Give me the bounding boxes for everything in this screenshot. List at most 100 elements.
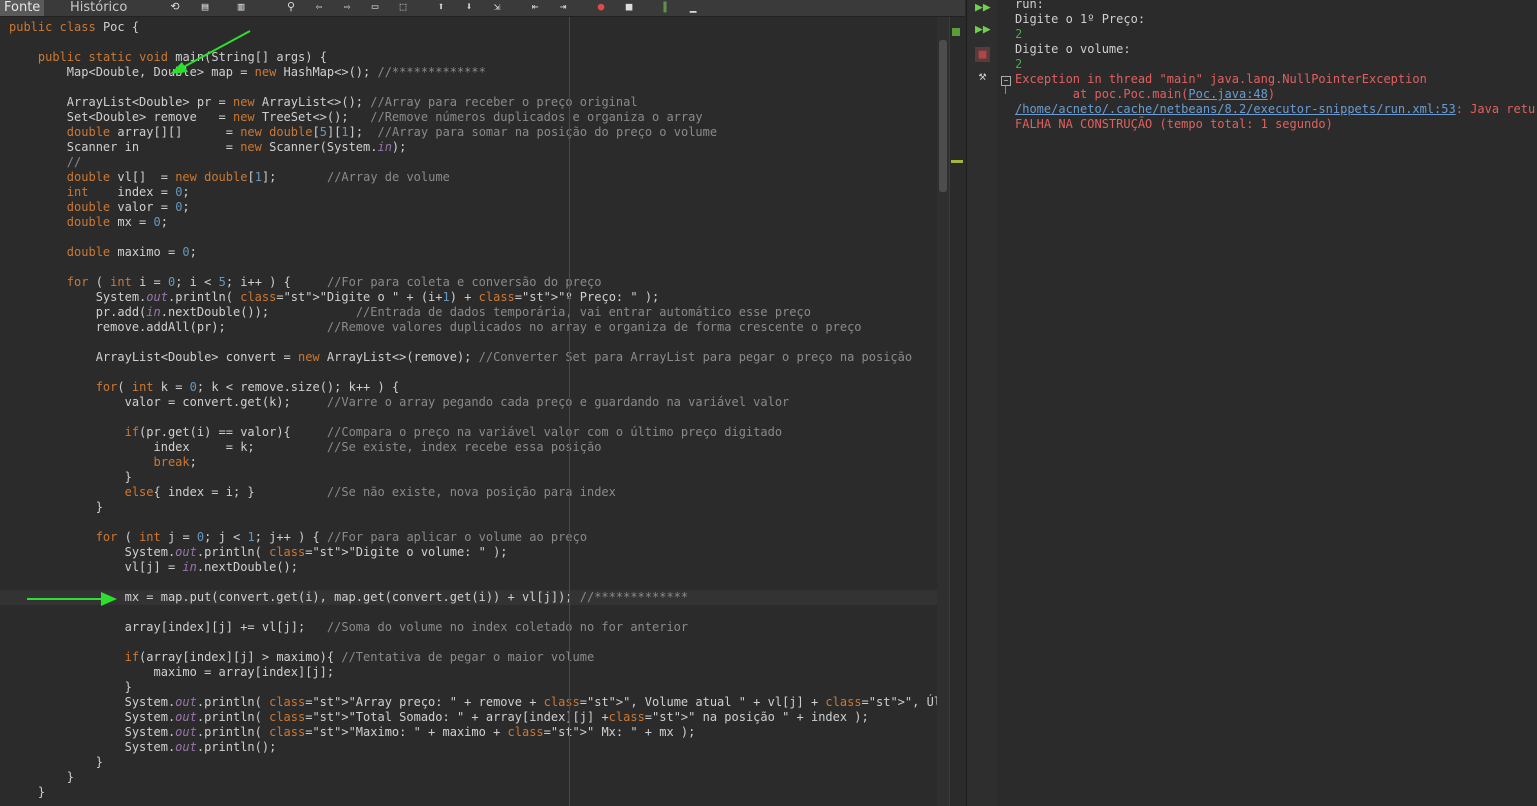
output-input-price: 2: [1015, 27, 1023, 41]
last-edit-icon[interactable]: ⟲: [168, 0, 182, 13]
code-line: System.out.println( class="st">"Digite o…: [9, 290, 660, 304]
output-prompt-volume: Digite o volume:: [1015, 42, 1131, 56]
output-build-failed: FALHA NA CONSTRUÇÃO (tempo total: 1 segu…: [1015, 117, 1333, 131]
find-icon[interactable]: ⚲: [284, 0, 298, 13]
netbeans-window: Fonte Histórico ⟲ ▤ ▥ ⚲ ⇦ ⇨ ▭ ⬚ ⬆ ⬇ ⇲ ⇤ …: [0, 0, 1537, 806]
code-line: array[index][j] += vl[j]; //Soma do volu…: [9, 620, 689, 634]
output-run: run:: [1015, 0, 1044, 11]
annotation-arrow-bottom: [27, 592, 117, 606]
code-line: if(pr.get(i) == valor){ //Compara o preç…: [124, 425, 783, 439]
prev-bookmark-icon[interactable]: ⬆: [434, 0, 448, 13]
fold-collapse-icon[interactable]: −: [1001, 76, 1011, 86]
error-stripe[interactable]: [949, 17, 966, 806]
code-line: else{ index = i; } //Se não existe, nova…: [124, 485, 616, 499]
shift-right-icon[interactable]: ⇥: [556, 0, 570, 13]
code-line: System.out.println( class="st">"Array pr…: [9, 695, 937, 709]
code-line: System.out.println();: [9, 740, 277, 754]
toggle-highlight-icon[interactable]: ▭: [368, 0, 382, 13]
code-line: }: [9, 755, 103, 769]
next-bookmark-icon[interactable]: ⬇: [462, 0, 476, 13]
code-line: for ( int i = 0; i < 5; i++ ) { //For pa…: [66, 275, 602, 289]
output-panel[interactable]: run: Digite o 1º Preço: 2 Digite o volume: 2…: [997, 0, 1537, 806]
comment-icon[interactable]: ∥: [658, 0, 672, 13]
code-line: remove.addAll(pr); //Remove valores dupl…: [9, 320, 862, 334]
editor-toolbar: Fonte Histórico ⟲ ▤ ▥ ⚲ ⇦ ⇨ ▭ ⬚ ⬆ ⬇ ⇲ ⇤ …: [0, 0, 965, 17]
code-line: System.out.println( class="st">"Digite o…: [9, 545, 508, 559]
error-stripe-marker[interactable]: [951, 160, 963, 163]
shift-left-icon[interactable]: ⇤: [528, 0, 542, 13]
stop-icon[interactable]: ■: [975, 47, 990, 62]
code-line: int index = 0;: [66, 185, 190, 199]
run-xml-link[interactable]: /home/acneto/.cache/netbeans/8.2/executo…: [1015, 102, 1456, 116]
start-macro-icon[interactable]: ●: [594, 0, 608, 13]
rerun-icon[interactable]: ▶▶: [975, 22, 991, 37]
code-line: Set<Double> remove = new TreeSet<>(); //…: [9, 110, 703, 124]
rect-select-icon[interactable]: ⬚: [396, 0, 410, 13]
code-line: ArrayList<Double> pr = new ArrayList<>()…: [9, 95, 638, 109]
error-stripe-status-icon[interactable]: [952, 28, 960, 36]
right-margin-guide: [569, 17, 570, 806]
code-line: if(array[index][j] > maximo){ //Tentativ…: [124, 650, 595, 664]
code-line: pr.add(in.nextDouble()); //Entrada de da…: [9, 305, 811, 319]
stop-macro-icon[interactable]: ■: [622, 0, 636, 13]
output-exception: Exception in thread "main" java.lang.Nul…: [1015, 72, 1427, 86]
code-line: //: [66, 155, 82, 169]
code-line: double vl[] = new double[1]; //Array de …: [66, 170, 450, 184]
code-line: for ( int j = 0; j < 1; j++ ) { //For pa…: [95, 530, 588, 544]
forward-icon[interactable]: ▥: [234, 0, 248, 13]
code-line: break;: [153, 455, 197, 469]
fold-guide: [1005, 86, 1006, 94]
code-line: System.out.println( class="st">"Maximo: …: [9, 725, 696, 739]
stacktrace-prefix: at poc.Poc.main(: [1015, 87, 1189, 101]
find-next-icon[interactable]: ⇨: [340, 0, 354, 13]
code-line: index = k; //Se existe, index recebe ess…: [9, 440, 602, 454]
output-log: run: Digite o 1º Preço: 2 Digite o volume: 2…: [1015, 0, 1537, 132]
code-content: public class Poc { public static void ma…: [0, 20, 937, 800]
code-line: valor = convert.get(k); //Varre o array …: [9, 395, 790, 409]
run-icon[interactable]: ▶▶: [975, 0, 991, 15]
output-prompt-price: Digite o 1º Preço:: [1015, 12, 1146, 26]
code-line: ArrayList<Double> convert = new ArrayLis…: [9, 350, 913, 364]
code-line: vl[j] = in.nextDouble();: [9, 560, 298, 574]
find-prev-icon[interactable]: ⇦: [312, 0, 326, 13]
code-line: double mx = 0;: [66, 215, 168, 229]
toggle-bookmark-icon[interactable]: ⇲: [490, 0, 504, 13]
tab-history[interactable]: Histórico: [66, 0, 131, 16]
code-line: Map<Double, Double> map = new HashMap<>(…: [9, 65, 486, 79]
code-line: double valor = 0;: [66, 200, 190, 214]
code-line: }: [9, 785, 46, 799]
code-line: maximo = array[index][j];: [9, 665, 335, 679]
back-icon[interactable]: ▤: [198, 0, 212, 13]
tab-source[interactable]: Fonte: [0, 0, 45, 16]
code-line: Scanner in = new Scanner(System.in);: [9, 140, 407, 154]
stacktrace-suffix: ): [1267, 87, 1276, 101]
stacktrace-link[interactable]: Poc.java:48: [1188, 87, 1267, 101]
code-line: public static void main(String[] args) {: [37, 50, 327, 64]
editor-scrollbar-thumb[interactable]: [939, 40, 947, 192]
wrench-icon[interactable]: ⚒: [975, 69, 990, 84]
uncomment-icon[interactable]: ▁: [686, 0, 700, 13]
annotation-arrow-top: [170, 30, 251, 74]
code-line: }: [9, 470, 132, 484]
path-suffix: : Java returned: 1: [1455, 102, 1537, 116]
code-editor[interactable]: public class Poc { public static void ma…: [0, 17, 937, 806]
output-input-volume: 2: [1015, 57, 1023, 71]
code-line: }: [9, 500, 103, 514]
code-line: double maximo = 0;: [66, 245, 197, 259]
code-line-current: mx = map.put(convert.get(i), map.get(con…: [0, 590, 937, 605]
output-stacktrace-line: at poc.Poc.main(Poc.java:48): [1015, 87, 1537, 102]
output-path-line: /home/acneto/.cache/netbeans/8.2/executo…: [1015, 102, 1537, 117]
code-line: System.out.println( class="st">"Total So…: [9, 710, 869, 724]
code-line: double array[][] = new double[5][1]; //A…: [66, 125, 718, 139]
